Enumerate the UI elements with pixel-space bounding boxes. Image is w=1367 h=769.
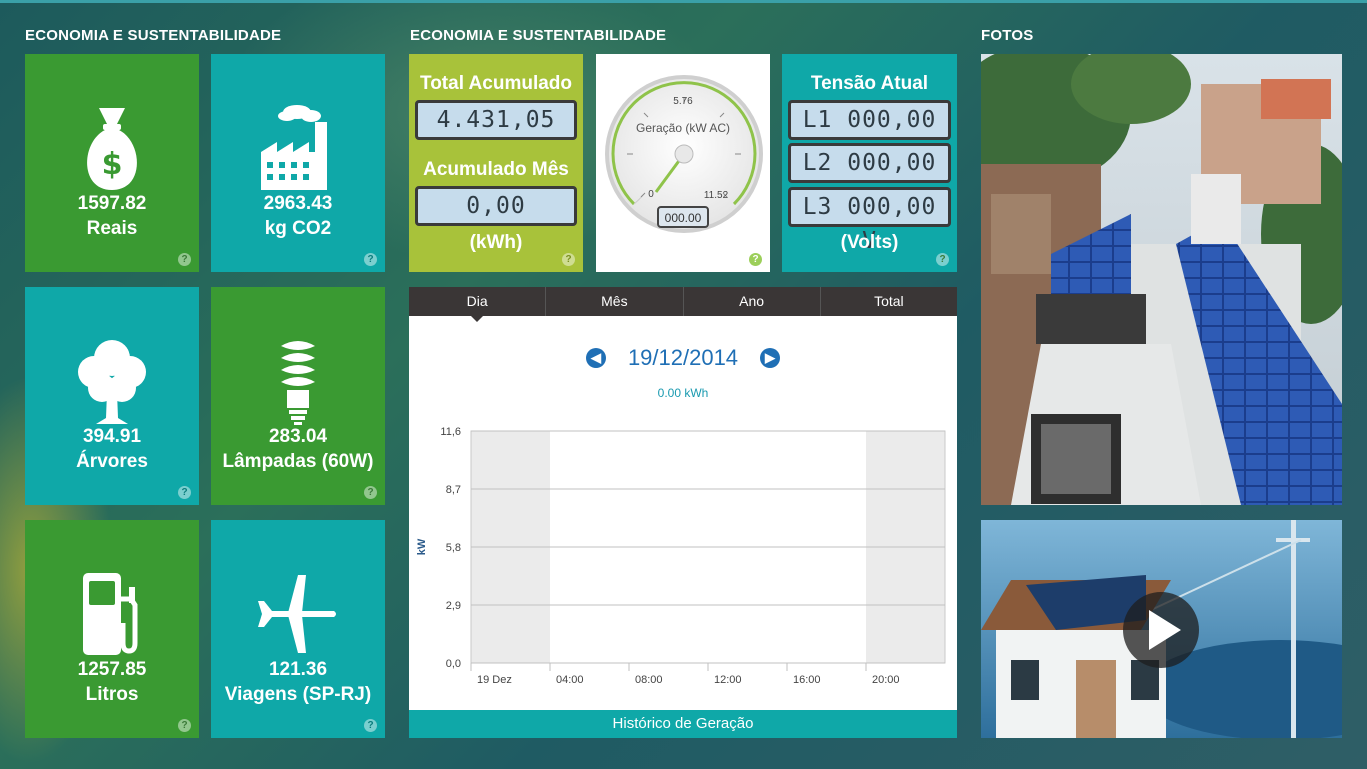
total-accumulated-display: 4.431,05 <box>415 100 577 140</box>
gauge-max-label: 11.52 <box>704 190 729 201</box>
x-tick-label: 12:00 <box>714 674 742 686</box>
tile-viagens: 121.36 Viagens (SP-RJ) ? <box>211 520 385 738</box>
tile-lampadas: 283.04 Lâmpadas (60W) ? <box>211 287 385 505</box>
help-icon[interactable]: ? <box>562 253 575 266</box>
help-icon[interactable]: ? <box>364 486 377 499</box>
tile-unit: Viagens (SP-RJ) <box>224 684 372 705</box>
tree-icon <box>25 331 199 431</box>
section-title-middle: ECONOMIA E SUSTENTABILIDADE <box>410 27 667 44</box>
x-tick-label: 08:00 <box>635 674 663 686</box>
voltage-unit: (Volts) <box>840 232 899 253</box>
help-icon[interactable]: ? <box>749 253 762 266</box>
y-tick-label: 0,0 <box>446 658 461 670</box>
video-thumbnail[interactable] <box>981 520 1342 738</box>
tile-value: 394.91 <box>82 426 142 447</box>
tile-litros: 1257.85 Litros ? <box>25 520 199 738</box>
tile-unit: kg CO2 <box>264 218 332 239</box>
month-accumulated-label: Acumulado Mês <box>423 159 569 180</box>
fuel-pump-icon <box>25 564 199 664</box>
top-accent-line <box>0 0 1367 3</box>
help-icon[interactable]: ? <box>936 253 949 266</box>
chart-ylabel: kW <box>416 538 428 555</box>
accumulated-unit: (kWh) <box>469 232 523 253</box>
money-bag-icon: $ <box>25 98 199 198</box>
generation-chart: kW 0,0 2,9 5,8 8,7 11,6 19 Dez 04:00 08:00 12:00… <box>416 426 946 686</box>
airplane-icon <box>211 564 385 664</box>
x-tick-label: 16:00 <box>793 674 821 686</box>
tile-arvores: 394.91 Árvores ? <box>25 287 199 505</box>
tile-unit: Lâmpadas (60W) <box>222 451 374 472</box>
prev-date-button[interactable]: ◀ <box>586 348 606 368</box>
help-icon[interactable]: ? <box>178 486 191 499</box>
date-navigator: 19/12/2014 ◀ ▶ <box>409 345 957 375</box>
y-tick-label: 8,7 <box>446 484 461 496</box>
tab-total[interactable]: Total <box>821 287 957 316</box>
tile-co2: 2963.43 kg CO2 ? <box>211 54 385 272</box>
current-date: 19/12/2014 <box>627 345 739 370</box>
lightbulb-icon <box>211 331 385 431</box>
gauge-readout: 000.00 <box>665 211 702 225</box>
y-tick-label: 5,8 <box>446 542 461 554</box>
tab-dia[interactable]: Dia <box>409 287 547 322</box>
factory-icon <box>211 98 385 198</box>
voltage-l3-display: L3 000,00 V <box>788 187 951 254</box>
period-tabs: Dia Mês Ano Total <box>409 287 957 322</box>
voltage-l1-display: L1 000,00 V <box>788 100 951 167</box>
gauge-label: Geração (kW AC) <box>636 121 730 135</box>
gauge-min-label: 0 <box>648 189 654 200</box>
chart-footer: Histórico de Geração <box>409 710 957 738</box>
tile-reais: $ 1597.82 Reais ? <box>25 54 199 272</box>
help-icon[interactable]: ? <box>178 719 191 732</box>
voltage-title: Tensão Atual <box>810 73 929 94</box>
x-tick-label: 19 Dez <box>477 674 512 686</box>
voltage-l2-display: L2 000,00 V <box>788 143 951 210</box>
daily-energy: 0.00 kWh <box>657 386 709 400</box>
section-title-photos: FOTOS <box>981 27 1034 44</box>
help-icon[interactable]: ? <box>364 719 377 732</box>
total-accumulated-label: Total Acumulado <box>420 73 572 94</box>
next-date-button[interactable]: ▶ <box>760 348 780 368</box>
help-icon[interactable]: ? <box>364 253 377 266</box>
help-icon[interactable]: ? <box>178 253 191 266</box>
x-tick-label: 04:00 <box>556 674 584 686</box>
tile-value: 1597.82 <box>77 193 147 214</box>
tile-unit: Litros <box>85 684 139 705</box>
accumulated-panel: Total Acumulado 4.431,05 Acumulado Mês 0… <box>409 54 583 272</box>
tile-value: 1257.85 <box>77 659 147 680</box>
x-tick-label: 20:00 <box>872 674 900 686</box>
y-tick-label: 11,6 <box>440 426 461 438</box>
generation-history-panel: Dia Mês Ano Total 19/12/2014 ◀ ▶ 0.00 kW… <box>409 287 957 738</box>
gauge-mid-label: 5.76 <box>673 96 693 107</box>
gauge-panel: 5.76 Geração (kW AC) 0 11.52 000.00 ? <box>596 54 770 272</box>
tab-mes[interactable]: Mês <box>546 287 684 316</box>
tile-unit: Reais <box>86 218 138 239</box>
month-accumulated-display: 0,00 <box>415 186 577 226</box>
tab-ano[interactable]: Ano <box>684 287 821 316</box>
tile-unit: Árvores <box>76 451 148 472</box>
section-title-left: ECONOMIA E SUSTENTABILIDADE <box>25 27 282 44</box>
tile-value: 2963.43 <box>263 193 333 214</box>
power-gauge: 5.76 Geração (kW AC) 0 11.52 000.00 <box>605 75 763 233</box>
tile-value: 121.36 <box>268 659 328 680</box>
tile-value: 283.04 <box>268 426 328 447</box>
solar-roof-photo[interactable] <box>981 54 1342 505</box>
y-tick-label: 2,9 <box>446 600 461 612</box>
svg-text:$: $ <box>102 147 123 182</box>
voltage-panel: Tensão Atual L1 000,00 V L2 000,00 V L3 … <box>782 54 957 272</box>
